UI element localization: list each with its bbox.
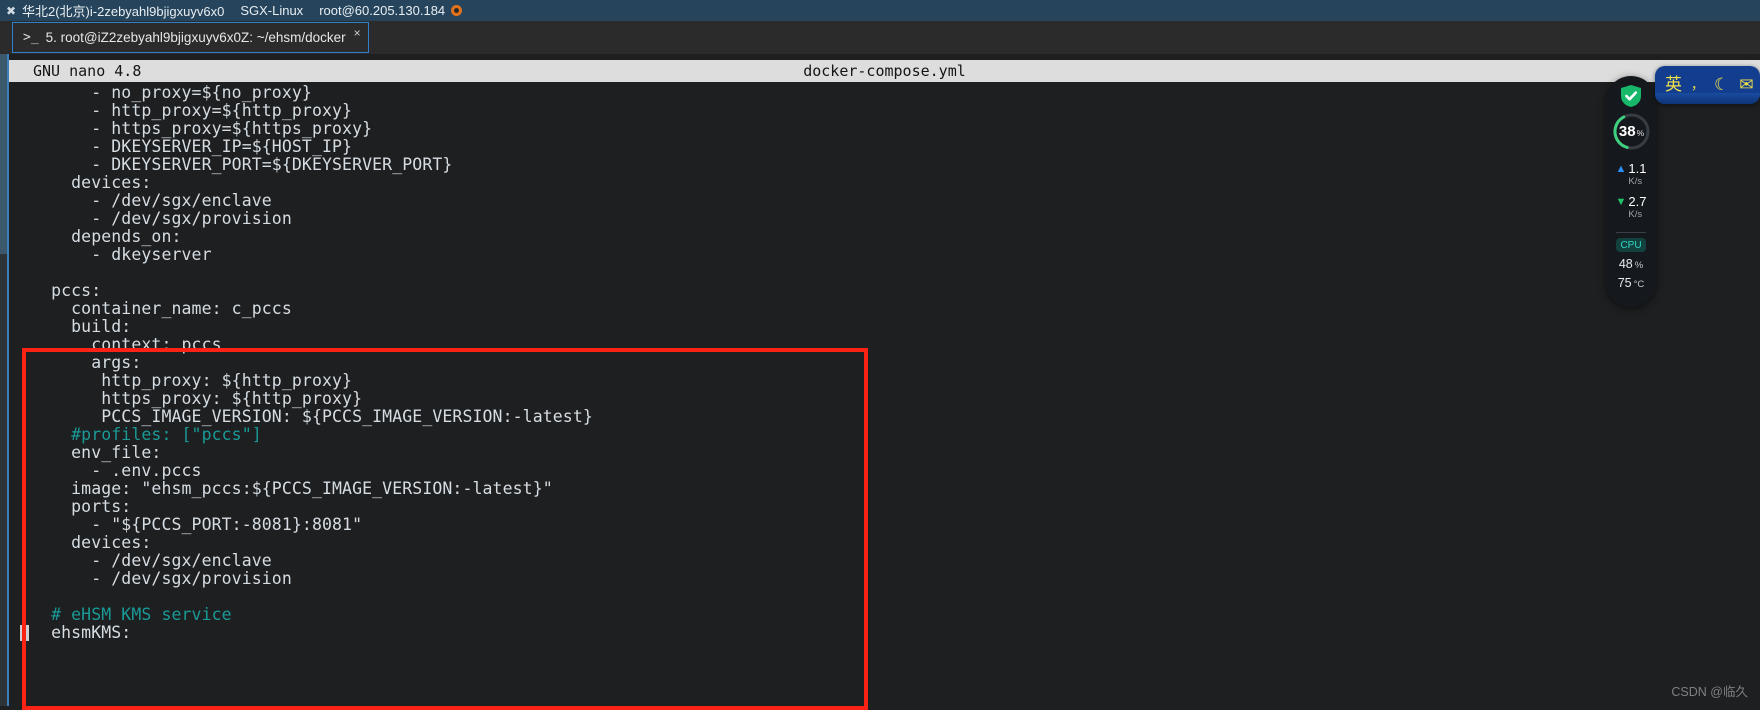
code-line: - .env.pccs xyxy=(31,461,202,480)
code-line: ports: xyxy=(31,497,132,516)
memory-usage-value: 38 xyxy=(1618,123,1636,140)
tab-strip: >_ 5. root@iZ2zebyahl9bjigxuyv6x0Z: ~/eh… xyxy=(0,21,1760,54)
arrow-down-icon: ▼ xyxy=(1615,196,1627,208)
orange-dot-icon xyxy=(451,5,463,16)
code-line: http_proxy: ${http_proxy} xyxy=(31,371,353,390)
terminal-cross-icon: ✖ xyxy=(5,3,17,18)
code-line: # eHSM KMS service xyxy=(31,605,232,624)
ime-language-bar[interactable]: 英 ， ☾ ✉ xyxy=(1655,66,1760,104)
code-line: args: xyxy=(31,353,142,372)
code-line: devices: xyxy=(31,173,152,192)
code-line: #profiles: ["pccs"] xyxy=(31,425,262,444)
code-line: - https_proxy=${https_proxy} xyxy=(31,119,373,138)
cpu-temperature-row: 75 °C xyxy=(1606,276,1656,290)
network-upload-row: ▲ 1.1 K/s xyxy=(1606,161,1656,188)
terminal-pane[interactable]: GNU nano 4.8 docker-compose.yml - no_pro… xyxy=(0,54,1760,710)
code-line: env_file: xyxy=(31,443,162,462)
ime-wave-decoration xyxy=(1655,93,1760,104)
network-download-row: ▼ 2.7 K/s xyxy=(1606,194,1656,221)
scrollbar-vertical[interactable] xyxy=(0,54,9,706)
editor-code-area[interactable]: - no_proxy=${no_proxy} - http_proxy=${ht… xyxy=(9,84,1760,642)
code-line: context: pccs xyxy=(31,335,222,354)
upload-rate-unit: K/s xyxy=(1628,176,1643,187)
cpu-usage-value: 48 xyxy=(1618,257,1633,271)
cpu-usage-unit: % xyxy=(1634,260,1644,271)
code-line: - /dev/sgx/provision xyxy=(31,569,292,588)
download-rate-value: 2.7 xyxy=(1628,194,1647,209)
download-rate-unit: K/s xyxy=(1628,209,1643,220)
watermark: CSDN @临久 xyxy=(1671,685,1748,699)
shield-check-icon[interactable] xyxy=(1620,84,1642,108)
ime-extra-icon[interactable]: ✉ xyxy=(1739,76,1753,94)
upload-rate-value: 1.1 xyxy=(1628,161,1647,176)
code-line: - no_proxy=${no_proxy} xyxy=(31,83,312,102)
text-cursor xyxy=(20,625,29,641)
code-line: - DKEYSERVER_PORT=${DKEYSERVER_PORT} xyxy=(31,155,453,174)
cpu-temperature-value: 75 xyxy=(1617,276,1632,290)
nano-title-bar: GNU nano 4.8 docker-compose.yml xyxy=(9,60,1760,82)
memory-usage-gauge: 38% xyxy=(1612,112,1651,151)
code-line: devices: xyxy=(31,533,152,552)
arrow-up-icon: ▲ xyxy=(1615,163,1627,175)
code-line: - /dev/sgx/enclave xyxy=(31,551,272,570)
code-line: - "${PCCS_PORT:-8081}:8081" xyxy=(31,515,363,534)
ime-moon-icon[interactable]: ☾ xyxy=(1714,76,1729,94)
prompt-icon: >_ xyxy=(23,30,39,45)
code-line: depends_on: xyxy=(31,227,182,246)
cpu-usage-row: 48% xyxy=(1606,257,1656,271)
tab-label: 5. root@iZ2zebyahl9bjigxuyv6x0Z: ~/ehsm/… xyxy=(45,30,346,45)
code-line: - dkeyserver xyxy=(31,245,212,264)
code-line: container_name: c_pccs xyxy=(31,299,292,318)
ime-mode-glyph[interactable]: 英 xyxy=(1665,76,1682,94)
title-instance-name: 华北2(北京)i-2zebyahl9bjigxuyv6x0 xyxy=(22,4,225,19)
close-icon[interactable]: × xyxy=(354,27,361,39)
title-os-name: SGX-Linux xyxy=(240,3,304,18)
code-line: ehsmKMS: xyxy=(9,624,1760,642)
window-title-bar: ✖ 华北2(北京)i-2zebyahl9bjigxuyv6x0 SGX-Linu… xyxy=(0,0,1760,21)
memory-usage-unit: % xyxy=(1636,128,1645,138)
memory-usage-readout: 38% xyxy=(1612,112,1651,151)
code-line: image: "ehsm_pccs:${PCCS_IMAGE_VERSION:-… xyxy=(31,479,553,498)
system-monitor-widget[interactable]: 38% ▲ 1.1 K/s ▼ 2.7 K/s CPU 48% 75 °C xyxy=(1606,76,1656,307)
code-line: - DKEYSERVER_IP=${HOST_IP} xyxy=(31,137,353,156)
tab-ehsm-docker[interactable]: >_ 5. root@iZ2zebyahl9bjigxuyv6x0Z: ~/eh… xyxy=(12,22,369,53)
ime-punctuation-icon[interactable]: ， xyxy=(1691,79,1704,92)
cpu-temperature-unit: °C xyxy=(1633,279,1645,290)
code-line: - http_proxy=${http_proxy} xyxy=(31,101,353,120)
cpu-badge: CPU xyxy=(1616,238,1646,252)
title-host-address: root@60.205.130.184 xyxy=(319,3,446,18)
nano-filename-label: docker-compose.yml xyxy=(803,62,966,80)
monitor-divider xyxy=(1616,232,1646,233)
code-line: - /dev/sgx/enclave xyxy=(31,191,272,210)
code-line: PCCS_IMAGE_VERSION: ${PCCS_IMAGE_VERSION… xyxy=(31,407,593,426)
code-line: - /dev/sgx/provision xyxy=(31,209,292,228)
code-line: pccs: xyxy=(31,281,102,300)
code-line: build: xyxy=(31,317,132,336)
code-line: https_proxy: ${http_proxy} xyxy=(31,389,363,408)
